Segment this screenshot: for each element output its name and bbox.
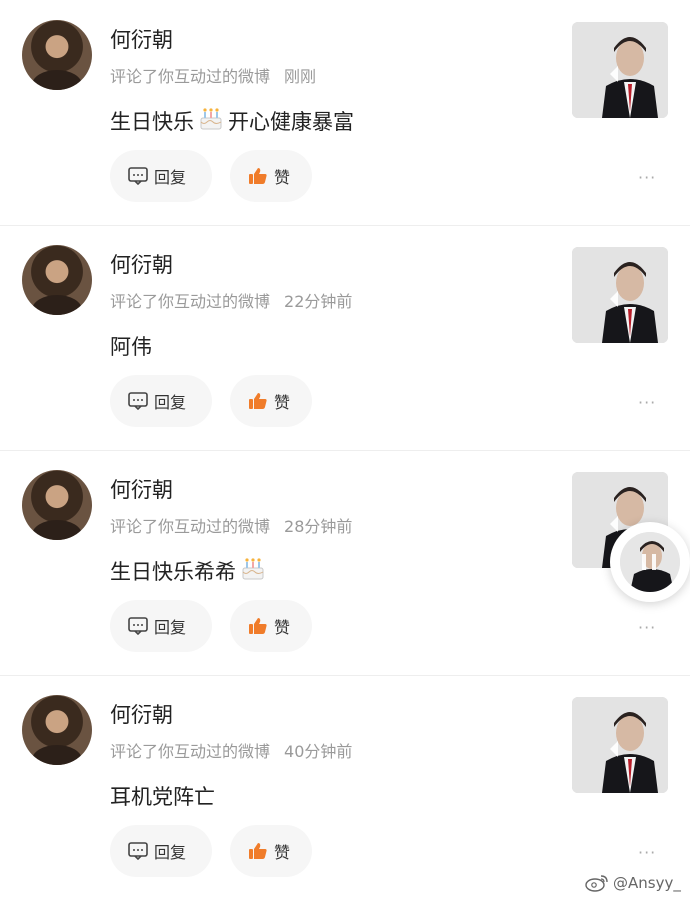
thumbs-up-icon [248,167,268,185]
comment-actions: 回复 赞 [110,150,312,202]
commenter-name[interactable]: 何衍朝 [110,699,173,729]
comment-text-main: 生日快乐希希 [110,560,236,584]
reply-button[interactable]: 回复 [110,375,212,427]
post-thumbnail[interactable] [572,697,668,793]
comment-text: 阿伟 [110,331,152,361]
like-label: 赞 [274,393,291,412]
comment-icon [128,617,148,636]
watermark: @Ansyy_ [585,874,681,892]
comment-actions: 回复 赞 [110,600,312,652]
reply-label: 回复 [154,843,187,862]
comment-meta: 评论了你互动过的微博 刚刚 [110,63,316,87]
comment-item[interactable]: 何衍朝 评论了你互动过的微博 40分钟前 耳机党阵亡 回复 赞 ··· [0,675,690,900]
avatar[interactable] [22,20,92,90]
thumbs-up-icon [248,392,268,410]
watermark-text: @Ansyy_ [613,874,681,892]
action-text: 评论了你互动过的微博 [110,517,271,536]
comment-meta: 评论了你互动过的微博 40分钟前 [110,738,352,762]
more-icon[interactable]: ··· [638,168,656,187]
action-text: 评论了你互动过的微博 [110,742,271,761]
like-button[interactable]: 赞 [230,150,312,202]
reply-label: 回复 [154,618,187,637]
timestamp: 22分钟前 [284,292,353,311]
comment-icon [128,392,148,411]
comment-actions: 回复 赞 [110,825,312,877]
reply-button[interactable]: 回复 [110,825,212,877]
more-icon[interactable]: ··· [638,618,656,637]
thumbs-up-icon [248,842,268,860]
cake-emoji [240,557,266,586]
like-label: 赞 [274,168,291,187]
player-cover [620,532,680,592]
commenter-name[interactable]: 何衍朝 [110,474,173,504]
comment-text-main: 生日快乐 [110,110,194,134]
like-button[interactable]: 赞 [230,600,312,652]
avatar[interactable] [22,695,92,765]
comment-item[interactable]: 何衍朝 评论了你互动过的微博 28分钟前 生日快乐希希 回复 赞 ··· [0,450,690,675]
timestamp: 刚刚 [284,67,317,86]
comment-meta: 评论了你互动过的微博 28分钟前 [110,513,352,537]
timestamp: 40分钟前 [284,742,353,761]
reply-button[interactable]: 回复 [110,150,212,202]
reply-button[interactable]: 回复 [110,600,212,652]
comment-text-main: 阿伟 [110,335,152,359]
commenter-name[interactable]: 何衍朝 [110,24,173,54]
commenter-name[interactable]: 何衍朝 [110,249,173,279]
comment-item[interactable]: 何衍朝 评论了你互动过的微博 22分钟前 阿伟 回复 赞 ··· [0,225,690,450]
comment-item[interactable]: 何衍朝 评论了你互动过的微博 刚刚 生日快乐 开心健康暴富 回复 赞 ··· [0,0,690,225]
comment-text: 生日快乐 开心健康暴富 [110,106,354,136]
comment-text: 生日快乐希希 [110,556,270,586]
thumbs-up-icon [248,617,268,635]
like-button[interactable]: 赞 [230,375,312,427]
comment-text-tail: 开心健康暴富 [228,110,354,134]
like-label: 赞 [274,618,291,637]
action-text: 评论了你互动过的微博 [110,67,271,86]
like-button[interactable]: 赞 [230,825,312,877]
cake-emoji [198,107,224,136]
comment-meta: 评论了你互动过的微博 22分钟前 [110,288,352,312]
post-thumbnail[interactable] [572,22,668,118]
more-icon[interactable]: ··· [638,393,656,412]
reply-label: 回复 [154,168,187,187]
like-label: 赞 [274,843,291,862]
avatar[interactable] [22,245,92,315]
weibo-logo-icon [585,875,608,892]
timestamp: 28分钟前 [284,517,353,536]
more-icon[interactable]: ··· [638,843,656,862]
comment-icon [128,167,148,186]
comment-actions: 回复 赞 [110,375,312,427]
comment-text-main: 耳机党阵亡 [110,785,215,809]
action-text: 评论了你互动过的微博 [110,292,271,311]
post-thumbnail[interactable] [572,247,668,343]
comment-icon [128,842,148,861]
floating-music-player[interactable] [610,522,690,602]
avatar[interactable] [22,470,92,540]
reply-label: 回复 [154,393,187,412]
comment-text: 耳机党阵亡 [110,781,215,811]
